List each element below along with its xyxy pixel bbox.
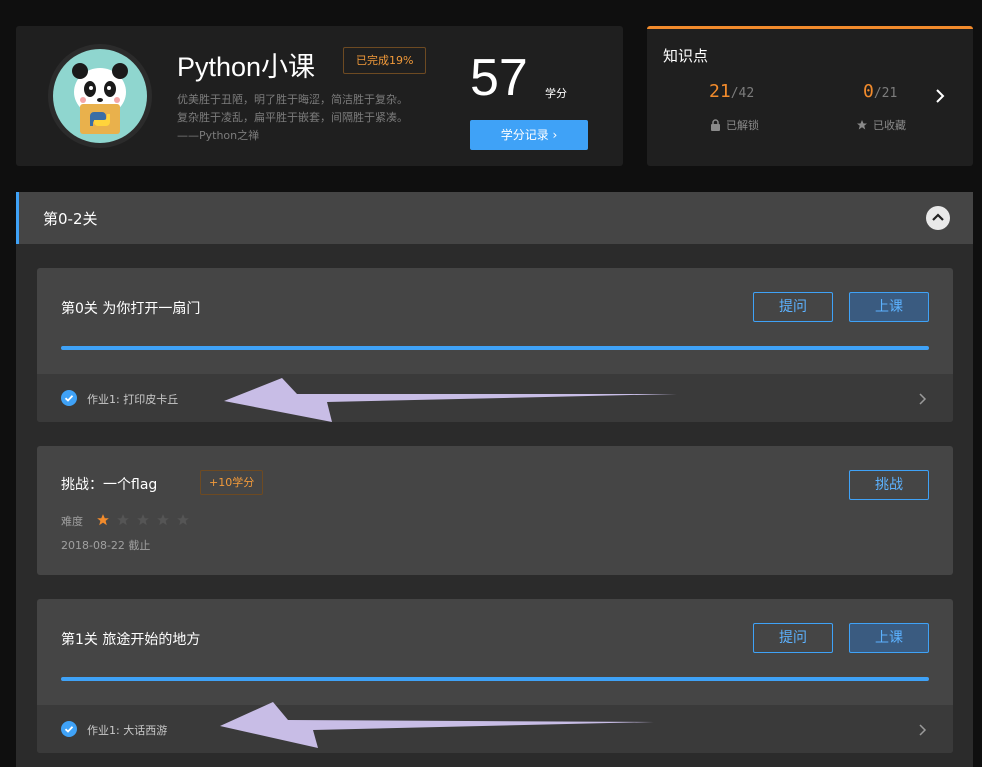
chevron-up-icon [932, 213, 944, 221]
section-title: 第0-2关 [43, 210, 98, 228]
credit-score: 57 [470, 49, 528, 107]
unlocked-total: /42 [730, 86, 755, 101]
favorited-count: 0/21 [863, 81, 897, 102]
lesson-progress-bar [61, 346, 929, 350]
favorited-label-text: 已收藏 [873, 119, 906, 132]
knowledge-title: 知识点 [663, 47, 709, 65]
lock-icon [711, 119, 720, 131]
homework-title: 作业1: 大话西游 [87, 724, 168, 737]
difficulty-label: 难度 [61, 515, 83, 528]
chevron-right-icon[interactable] [933, 87, 947, 105]
progress-badge: 已完成19% [343, 47, 427, 74]
panda-python-logo [53, 49, 147, 143]
star-empty-icon [137, 514, 149, 526]
credit-unit: 学分 [545, 87, 567, 100]
unlocked-value: 21 [709, 81, 731, 102]
section-header[interactable]: 第0-2关 [16, 192, 973, 244]
bonus-badge: +10学分 [200, 470, 264, 495]
class-button[interactable]: 上课 [849, 623, 929, 653]
deadline: 2018-08-22 截止 [61, 539, 151, 552]
course-title: Python小课 [177, 52, 316, 82]
level-section: 第0-2关 第0关 为你打开一扇门 提问 上课 作业1: 打印皮卡丘 挑战：一个… [16, 192, 973, 767]
challenge-button[interactable]: 挑战 [849, 470, 929, 500]
star-empty-icon [177, 514, 189, 526]
chevron-right-icon [919, 393, 927, 405]
lesson-progress-bar [61, 677, 929, 681]
unlocked-count: 21/42 [709, 81, 754, 102]
ask-button[interactable]: 提问 [753, 623, 833, 653]
motto-line: 优美胜于丑陋，明了胜于晦涩，简洁胜于复杂。 [177, 93, 408, 106]
unlocked-label: 已解锁 [710, 117, 759, 133]
favorited-label: 已收藏 [856, 117, 906, 133]
homework-row[interactable]: 作业1: 大话西游 [37, 705, 953, 753]
check-circle-icon [61, 721, 77, 737]
star-filled-icon [97, 514, 109, 526]
lesson-title: 第0关 为你打开一扇门 [61, 301, 201, 317]
collapse-button[interactable] [926, 206, 950, 230]
knowledge-points-card: 知识点 21/42 已解锁 0/21 已收藏 [647, 26, 973, 166]
favorited-total: /21 [873, 86, 898, 101]
course-profile-card: Python小课 已完成19% 优美胜于丑陋，明了胜于晦涩，简洁胜于复杂。 复杂… [16, 26, 623, 166]
lesson-title: 第1关 旅途开始的地方 [61, 632, 201, 648]
challenge-card: 挑战：一个flag +10学分 挑战 难度 2018-08-22 截止 [37, 446, 953, 575]
homework-title: 作业1: 打印皮卡丘 [87, 393, 179, 406]
difficulty-stars [96, 512, 196, 531]
course-avatar [48, 44, 152, 148]
class-button[interactable]: 上课 [849, 292, 929, 322]
favorited-value: 0 [863, 81, 874, 102]
motto-line: ——Python之禅 [177, 129, 260, 142]
credit-record-button[interactable]: 学分记录 › [470, 120, 588, 150]
chevron-right-icon [919, 724, 927, 736]
homework-row[interactable]: 作业1: 打印皮卡丘 [37, 374, 953, 422]
ask-button[interactable]: 提问 [753, 292, 833, 322]
star-icon [857, 120, 867, 130]
motto-line: 复杂胜于凌乱，扁平胜于嵌套，间隔胜于紧凑。 [177, 111, 408, 124]
check-circle-icon [61, 390, 77, 406]
star-empty-icon [157, 514, 169, 526]
python-zen-motto: 优美胜于丑陋，明了胜于晦涩，简洁胜于复杂。 复杂胜于凌乱，扁平胜于嵌套，间隔胜于… [177, 91, 457, 145]
star-empty-icon [117, 514, 129, 526]
lesson-card: 第0关 为你打开一扇门 提问 上课 作业1: 打印皮卡丘 [37, 268, 953, 422]
unlocked-label-text: 已解锁 [726, 119, 759, 132]
challenge-title: 挑战：一个flag [61, 477, 158, 493]
lesson-card: 第1关 旅途开始的地方 提问 上课 作业1: 大话西游 [37, 599, 953, 753]
